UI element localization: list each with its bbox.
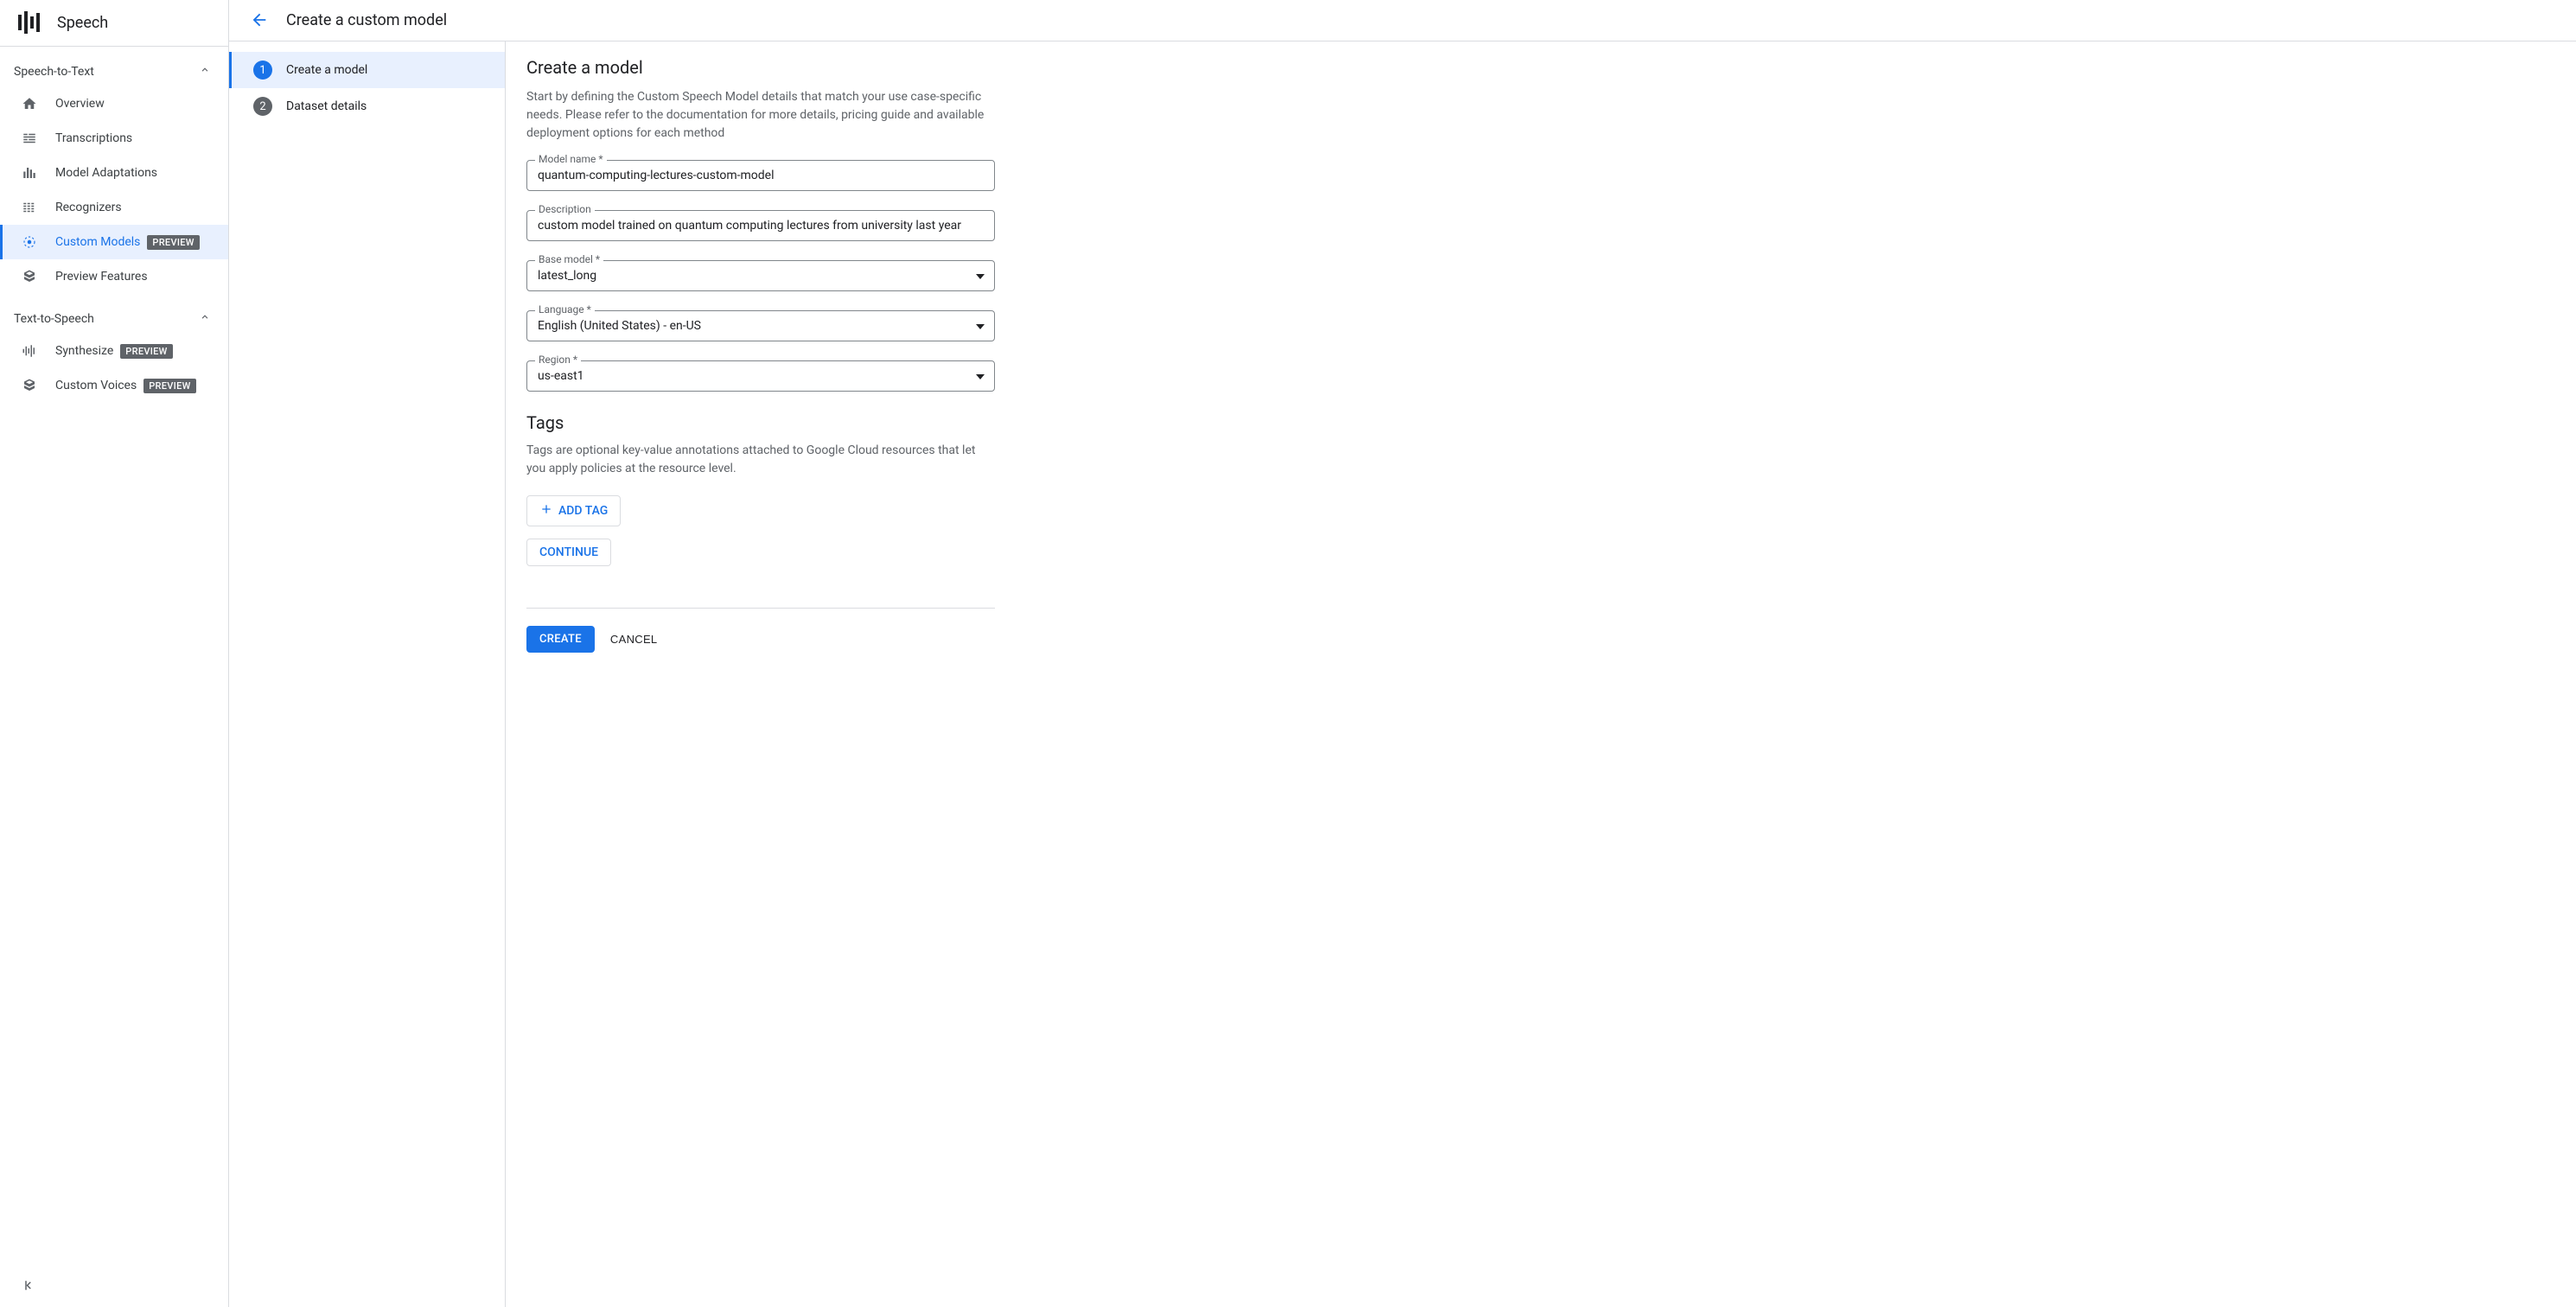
tags-heading: Tags (526, 412, 995, 433)
form-heading: Create a model (526, 57, 995, 78)
plus-icon (539, 502, 553, 520)
region-select[interactable]: us-east1 (526, 360, 995, 392)
step-number: 2 (253, 97, 272, 116)
nav-section-text-to-speech: Text-to-Speech Synthesize PREVIEW Custo (0, 294, 228, 403)
add-tag-label: ADD TAG (558, 504, 608, 518)
sidebar-collapse-button[interactable] (21, 1278, 36, 1297)
form-description: Start by defining the Custom Speech Mode… (526, 88, 995, 143)
synthesize-icon (21, 342, 38, 360)
model-adaptations-icon (21, 164, 38, 182)
tags-description: Tags are optional key-value annotations … (526, 442, 995, 478)
sidebar-title: Speech (57, 14, 108, 32)
step-label: Create a model (286, 63, 367, 77)
transcriptions-icon (21, 130, 38, 147)
field-model-name: Model name * (526, 160, 995, 191)
continue-button[interactable]: CONTINUE (526, 539, 611, 566)
field-region: Region * us-east1 (526, 360, 995, 392)
back-arrow-button[interactable] (250, 10, 269, 29)
recognizers-icon (21, 199, 38, 216)
step-create-model[interactable]: 1 Create a model (229, 52, 505, 88)
field-language: Language * English (United States) - en-… (526, 310, 995, 341)
chevron-up-icon (199, 311, 211, 327)
home-icon (21, 95, 38, 112)
steps-panel: 1 Create a model 2 Dataset details (229, 41, 506, 1307)
sidebar-item-model-adaptations[interactable]: Model Adaptations (0, 156, 228, 190)
field-base-model: Base model * latest_long (526, 260, 995, 291)
nav-section-header-tts[interactable]: Text-to-Speech (0, 304, 228, 334)
sidebar-item-transcriptions[interactable]: Transcriptions (0, 121, 228, 156)
create-button[interactable]: CREATE (526, 626, 595, 653)
cancel-label: CANCEL (610, 633, 658, 646)
custom-models-icon (21, 233, 38, 251)
nav-item-label: Synthesize (55, 344, 113, 358)
sidebar-item-overview[interactable]: Overview (0, 86, 228, 121)
preview-badge: PREVIEW (143, 379, 195, 393)
nav-section-label: Text-to-Speech (14, 312, 94, 326)
base-model-label: Base model * (535, 253, 603, 265)
sidebar-item-recognizers[interactable]: Recognizers (0, 190, 228, 225)
step-dataset-details[interactable]: 2 Dataset details (229, 88, 505, 124)
sidebar-item-custom-voices[interactable]: Custom Voices PREVIEW (0, 368, 228, 403)
language-select[interactable]: English (United States) - en-US (526, 310, 995, 341)
preview-features-icon (21, 268, 38, 285)
nav-item-label: Custom Voices (55, 379, 137, 392)
step-number: 1 (253, 61, 272, 80)
nav-item-label: Transcriptions (55, 131, 132, 145)
speech-logo-icon (17, 11, 43, 34)
nav-item-label: Overview (55, 97, 105, 111)
chevron-up-icon (199, 64, 211, 80)
cancel-button[interactable]: CANCEL (610, 633, 658, 646)
page-title: Create a custom model (286, 11, 447, 29)
nav-item-label: Model Adaptations (55, 166, 157, 180)
content: Create a custom model 1 Create a model 2… (229, 0, 2576, 1307)
continue-label: CONTINUE (539, 545, 598, 559)
field-description: Description (526, 210, 995, 241)
add-tag-button[interactable]: ADD TAG (526, 495, 621, 526)
nav-section-label: Speech-to-Text (14, 65, 94, 79)
preview-badge: PREVIEW (147, 235, 199, 250)
actions-row: CREATE CANCEL (526, 608, 995, 653)
nav-item-label: Preview Features (55, 270, 148, 284)
nav-item-label: Custom Models (55, 235, 140, 249)
preview-badge: PREVIEW (120, 344, 172, 359)
form-panel: Create a model Start by defining the Cus… (506, 41, 1016, 1307)
step-label: Dataset details (286, 99, 367, 113)
create-label: CREATE (539, 633, 582, 646)
sidebar: Speech Speech-to-Text Overview Transcrip… (0, 0, 229, 1307)
nav-item-label: Recognizers (55, 201, 122, 214)
model-name-label: Model name * (535, 153, 607, 165)
region-label: Region * (535, 354, 581, 366)
sidebar-item-synthesize[interactable]: Synthesize PREVIEW (0, 334, 228, 368)
nav-section-speech-to-text: Speech-to-Text Overview Transcriptions M… (0, 47, 228, 294)
description-label: Description (535, 203, 595, 215)
description-input[interactable] (526, 210, 995, 241)
content-header: Create a custom model (229, 0, 2576, 41)
sidebar-item-preview-features[interactable]: Preview Features (0, 259, 228, 294)
language-label: Language * (535, 303, 595, 316)
nav-section-header-stt[interactable]: Speech-to-Text (0, 57, 228, 86)
custom-voices-icon (21, 377, 38, 394)
sidebar-header: Speech (0, 0, 228, 47)
sidebar-item-custom-models[interactable]: Custom Models PREVIEW (0, 225, 228, 259)
